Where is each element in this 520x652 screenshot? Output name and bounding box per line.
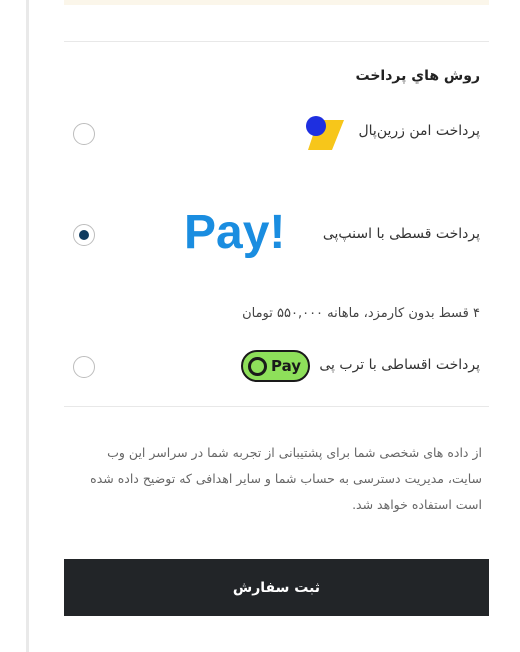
radio-zarinpal[interactable] bbox=[73, 123, 95, 145]
divider-bottom bbox=[64, 406, 489, 407]
torob-pay-logo-text: Pay bbox=[271, 357, 302, 375]
payment-option-label: پرداخت امن زرین‌پال bbox=[358, 123, 480, 139]
divider-top bbox=[64, 41, 489, 42]
payment-methods-title: روش هاي پرداخت bbox=[355, 68, 480, 84]
installment-note: ۴ قسط بدون کارمزد، ماهانه ۵۵۰,۰۰۰ تومان bbox=[242, 306, 480, 321]
snapp-pay-logo-icon: Pay! bbox=[184, 206, 285, 259]
top-notice-strip bbox=[64, 0, 489, 5]
radio-torobpay[interactable] bbox=[73, 356, 95, 378]
place-order-button[interactable]: ثبت سفارش bbox=[64, 559, 489, 616]
torob-ring-icon bbox=[248, 357, 267, 376]
payment-option-label: پرداخت قسطی با اسنپ‌پی bbox=[322, 226, 480, 242]
torob-pay-logo-icon: Pay bbox=[241, 350, 310, 382]
left-border bbox=[26, 0, 29, 652]
svg-text:Pay!: Pay! bbox=[184, 206, 285, 259]
radio-snapppay[interactable] bbox=[73, 224, 95, 246]
payment-option-label: پرداخت اقساطی با ترب پی bbox=[319, 357, 480, 373]
privacy-notice: از داده های شخصی شما برای پشتیبانی از تج… bbox=[90, 445, 482, 512]
zarinpal-logo-icon bbox=[306, 116, 344, 150]
